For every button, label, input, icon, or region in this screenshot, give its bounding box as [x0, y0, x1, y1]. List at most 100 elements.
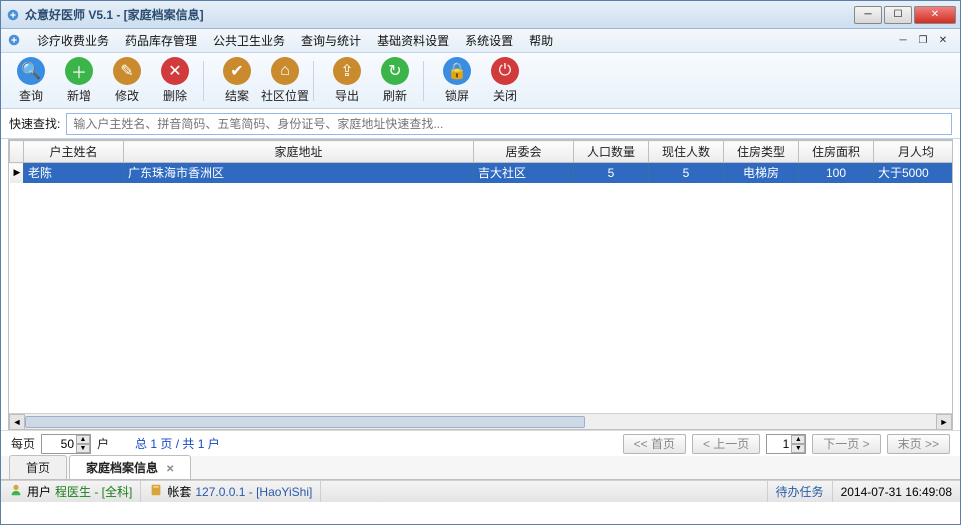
prev-page-button[interactable]: < 上一页 [692, 434, 760, 454]
tab-label: 首页 [26, 461, 50, 475]
toolbar-delete-button[interactable]: ✕ 删除 [151, 56, 199, 106]
book-icon [149, 483, 163, 500]
mdi-close-button[interactable]: ✕ [936, 34, 950, 48]
toolbar-label: 查询 [19, 87, 43, 104]
menu-item[interactable]: 诊疗收费业务 [29, 30, 117, 51]
scroll-right-button[interactable]: ► [936, 414, 952, 430]
tab-bar: 首页 家庭档案信息 ✕ [1, 456, 960, 480]
menu-item[interactable]: 查询与统计 [293, 30, 369, 51]
per-page-down[interactable]: ▼ [76, 444, 90, 453]
scroll-thumb[interactable] [25, 416, 585, 428]
first-page-button[interactable]: << 首页 [623, 434, 686, 454]
status-spacer [321, 481, 767, 502]
user-value: 程医生 - [全科] [55, 483, 132, 500]
toolbar-refresh-button[interactable]: ↻ 刷新 [371, 56, 419, 106]
toolbar-search-button[interactable]: 🔍查询 [7, 56, 55, 106]
toolbar-label: 导出 [335, 87, 359, 104]
menu-item[interactable]: 基础资料设置 [369, 30, 457, 51]
export-icon: ⇪ [333, 57, 361, 85]
status-datetime: 2014-07-31 16:49:08 [833, 481, 960, 502]
per-page-unit: 户 [97, 435, 109, 452]
toolbar-label: 关闭 [493, 87, 517, 104]
user-label: 用户 [27, 483, 51, 500]
menu-item[interactable]: 帮助 [521, 30, 561, 51]
delete-icon: ✕ [161, 57, 189, 85]
user-icon [9, 483, 23, 500]
toolbar-label: 结案 [225, 87, 249, 104]
acct-label: 帐套 [167, 483, 191, 500]
cell: 5 [574, 163, 649, 183]
toolbar-lock-button[interactable]: 🔒 锁屏 [433, 56, 481, 106]
titlebar: 众意好医师 V5.1 - [家庭档案信息] ─ ☐ ✕ [1, 1, 960, 29]
menubar: 诊疗收费业务 药品库存管理 公共卫生业务 查询与统计 基础资料设置 系统设置 帮… [1, 29, 960, 53]
toolbar-close-case-button[interactable]: ✔ 结案 [213, 56, 261, 106]
table-row[interactable]: ▶老陈广东珠海市香洲区吉大社区55电梯房100大于5000 [10, 163, 954, 183]
column-header[interactable]: 人口数量 [574, 141, 649, 163]
column-header[interactable]: 居委会 [474, 141, 574, 163]
tab-close-icon[interactable]: ✕ [166, 464, 174, 475]
refresh-icon: ↻ [381, 57, 409, 85]
pending-task-link[interactable]: 待办任务 [776, 483, 824, 500]
column-header[interactable]: 住房类型 [724, 141, 799, 163]
column-header[interactable]: 月人均 [874, 141, 954, 163]
toolbar-label: 刷新 [383, 87, 407, 104]
toolbar-label: 社区位置 [261, 87, 309, 104]
tab[interactable]: 首页 [9, 455, 67, 479]
horizontal-scrollbar[interactable]: ◄ ► [9, 413, 952, 429]
mdi-restore-button[interactable]: ❐ [916, 34, 930, 48]
toolbar-edit-button[interactable]: ✎修改 [103, 56, 151, 106]
scroll-left-button[interactable]: ◄ [9, 414, 25, 430]
edit-icon: ✎ [113, 57, 141, 85]
toolbar-label: 新增 [67, 87, 91, 104]
toolbar-close-button[interactable]: ⏻ 关闭 [481, 56, 529, 106]
acct-value: 127.0.0.1 - [HaoYiShi] [195, 485, 312, 499]
location-icon: ⌂ [271, 57, 299, 85]
pager: 每页 ▲ ▼ 户 总 1 页 / 共 1 户 << 首页 < 上一页 ▲ ▼ 下… [1, 430, 960, 456]
cell: 老陈 [24, 163, 124, 183]
cell: 广东珠海市香洲区 [124, 163, 474, 183]
minimize-button[interactable]: ─ [854, 6, 882, 24]
window-buttons: ─ ☐ ✕ [854, 6, 956, 24]
tab-label: 家庭档案信息 [86, 461, 158, 475]
last-page-button[interactable]: 末页 >> [887, 434, 950, 454]
quick-search-bar: 快速查找: [1, 109, 960, 139]
toolbar-label: 锁屏 [445, 87, 469, 104]
quick-search-label: 快速查找: [9, 115, 60, 132]
column-header[interactable]: 户主姓名 [24, 141, 124, 163]
mdi-buttons: ─ ❐ ✕ [896, 34, 954, 48]
toolbar-export-button[interactable]: ⇪ 导出 [323, 56, 371, 106]
per-page-up[interactable]: ▲ [76, 435, 90, 444]
close-window-button[interactable]: ✕ [914, 6, 956, 24]
lock-icon: 🔒 [443, 57, 471, 85]
tab[interactable]: 家庭档案信息 ✕ [69, 455, 191, 479]
menu-item[interactable]: 药品库存管理 [117, 30, 205, 51]
toolbar-add-button[interactable]: ＋新增 [55, 56, 103, 106]
page-down[interactable]: ▼ [791, 444, 805, 453]
cell: 吉大社区 [474, 163, 574, 183]
menu-item[interactable]: 系统设置 [457, 30, 521, 51]
menu-app-icon [7, 33, 23, 49]
column-header[interactable]: 家庭地址 [124, 141, 474, 163]
cell: 电梯房 [724, 163, 799, 183]
close-icon: ⏻ [491, 57, 519, 85]
quick-search-input[interactable] [66, 113, 952, 135]
cell: 100 [799, 163, 874, 183]
mdi-minimize-button[interactable]: ─ [896, 34, 910, 48]
menu-item[interactable]: 公共卫生业务 [205, 30, 293, 51]
row-marker-header [10, 141, 24, 163]
column-header[interactable]: 住房面积 [799, 141, 874, 163]
next-page-button[interactable]: 下一页 > [812, 434, 880, 454]
data-grid: 户主姓名家庭地址居委会人口数量现住人数住房类型住房面积月人均▶老陈广东珠海市香洲… [8, 139, 953, 430]
status-acct-cell: 帐套 127.0.0.1 - [HaoYiShi] [141, 481, 321, 502]
page-up[interactable]: ▲ [791, 435, 805, 444]
close-case-icon: ✔ [223, 57, 251, 85]
toolbar: 🔍查询＋新增✎修改 ✕ 删除 ✔ 结案 ⌂ 社区位置 ⇪ 导出 ↻ 刷新 🔒 锁屏 ⏻ 关闭 [1, 53, 960, 109]
toolbar-label: 删除 [163, 87, 187, 104]
column-header[interactable]: 现住人数 [649, 141, 724, 163]
per-page-label: 每页 [11, 435, 35, 452]
cell: 5 [649, 163, 724, 183]
toolbar-location-button[interactable]: ⌂ 社区位置 [261, 56, 309, 106]
cell: 大于5000 [874, 163, 954, 183]
maximize-button[interactable]: ☐ [884, 6, 912, 24]
status-task-cell[interactable]: 待办任务 [768, 481, 833, 502]
